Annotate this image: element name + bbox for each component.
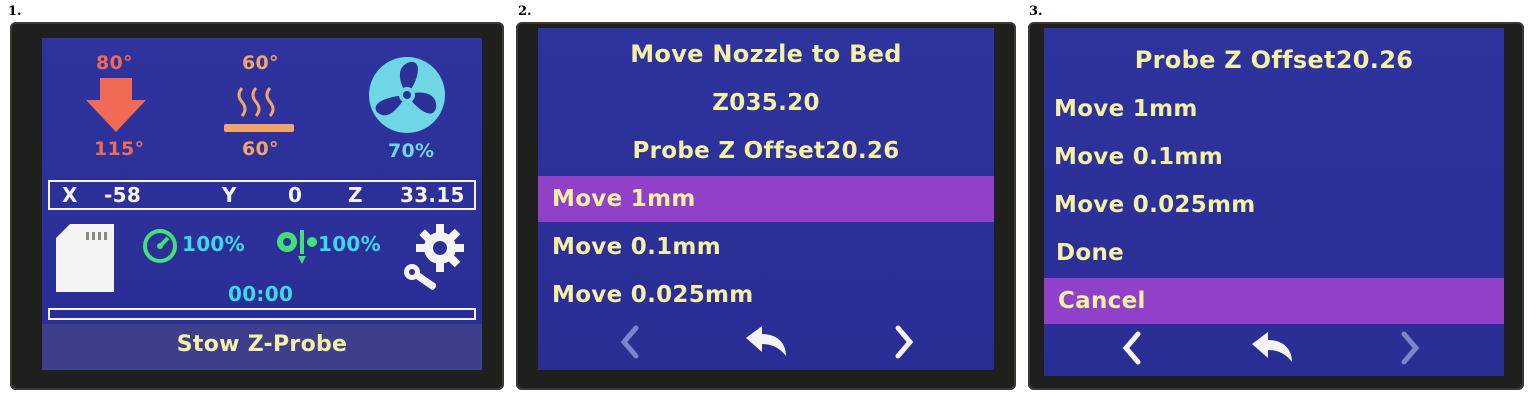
settings-gear-wrench-icon[interactable] [402,224,466,290]
panel-label-3: 3. [1029,4,1043,19]
menu-item-move-0-1mm[interactable]: Move 0.1mm [1044,134,1504,180]
flow-rate: 100% [318,232,381,256]
nozzle-target-temp: 80° [96,52,133,74]
feed-rate: 100% [182,232,245,256]
z-position: 33.15 [400,183,465,207]
chevron-left-icon[interactable] [1120,330,1144,366]
status-screen: 80° 115° 60° 60° 70% X -58 Y 0 Z 33.15 1… [42,38,482,370]
y-position: 0 [288,183,303,207]
probe-offset-screen: Probe Z Offset20.26 Move 1mm Move 0.1mm … [1044,28,1504,376]
status-message: Stow Z-Probe [176,332,348,357]
bed-target-temp: 60° [242,52,279,74]
x-axis-label: X [62,183,78,207]
status-bar: Stow Z-Probe [42,324,482,370]
z-axis-label: Z [348,183,363,207]
progress-bar [48,308,476,320]
screen-title: Probe Z Offset20.26 [1134,46,1414,74]
menu-item-move-1mm[interactable]: Move 1mm [1044,86,1504,132]
x-position: -58 [104,183,142,207]
menu-item-label: Move 0.025mm [1054,192,1256,218]
feed-rate-gauge-icon[interactable] [140,226,180,266]
chevron-right-icon[interactable] [892,324,916,360]
z-value: Z035.20 [712,90,820,116]
probe-z-offset: Probe Z Offset20.26 [632,138,900,164]
sd-card-icon[interactable] [56,224,114,292]
print-time: 00:00 [228,282,294,306]
menu-item-label: Move 0.1mm [552,234,721,260]
back-arrow-icon[interactable] [742,324,790,360]
screen-title: Move Nozzle to Bed [630,40,902,68]
back-arrow-icon[interactable] [1248,330,1296,366]
panel-label-2: 2. [518,4,532,19]
panel-label-1: 1. [8,4,22,19]
menu-item-move-0-025mm[interactable]: Move 0.025mm [538,272,994,318]
menu-item-move-0-025mm[interactable]: Move 0.025mm [1044,182,1504,228]
fan-icon[interactable] [368,56,446,134]
menu-item-move-1mm[interactable]: Move 1mm [538,176,994,222]
menu-item-label: Move 0.025mm [552,282,754,308]
position-box: X -58 Y 0 Z 33.15 [48,180,476,210]
menu-item-cancel[interactable]: Cancel [1044,278,1504,324]
nozzle-down-arrow-icon[interactable] [86,78,146,132]
heated-bed-icon[interactable] [222,84,296,136]
menu-item-done[interactable]: Done [1044,230,1504,276]
chevron-left-icon[interactable] [618,324,642,360]
y-axis-label: Y [222,183,237,207]
move-nozzle-screen: Move Nozzle to Bed Z035.20 Probe Z Offse… [538,28,994,370]
bed-current-temp: 60° [242,138,279,160]
menu-item-label: Move 1mm [1054,96,1198,122]
menu-item-label: Done [1056,240,1125,266]
menu-item-move-0-1mm[interactable]: Move 0.1mm [538,224,994,270]
flow-rate-icon[interactable] [274,228,320,266]
menu-item-label: Cancel [1058,288,1146,314]
nozzle-current-temp: 115° [94,138,145,160]
chevron-right-icon[interactable] [1398,330,1422,366]
menu-item-label: Move 0.1mm [1054,144,1223,170]
menu-item-label: Move 1mm [552,186,696,212]
fan-speed: 70% [388,140,435,162]
